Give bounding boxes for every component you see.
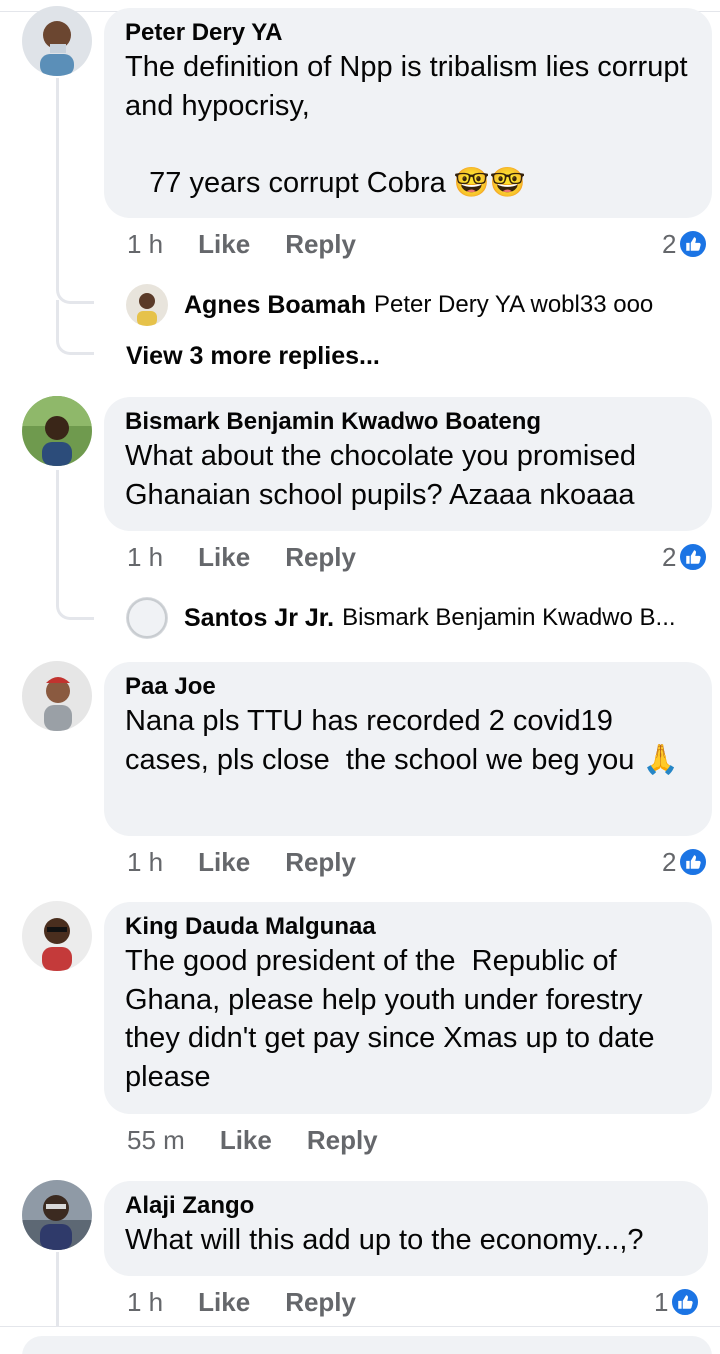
like-icon — [678, 847, 709, 877]
comment-text: The definition of Npp is tribalism lies … — [125, 51, 688, 199]
avatar[interactable] — [22, 661, 92, 731]
comment-actions: 1 h Like Reply — [127, 844, 356, 880]
comment-actions: 55 m Like Reply — [127, 1122, 378, 1158]
like-button[interactable]: Like — [198, 1287, 250, 1318]
comment-author[interactable]: Peter Dery YA — [125, 18, 692, 48]
comment-timestamp[interactable]: 55 m — [127, 1125, 185, 1156]
reply-button[interactable]: Reply — [307, 1125, 378, 1156]
comment-timestamp[interactable]: 1 h — [127, 542, 163, 573]
comment-text: What will this add up to the economy...,… — [125, 1224, 644, 1256]
reply-text: Bismark Benjamin Kwadwo B... — [342, 604, 676, 631]
reply-button[interactable]: Reply — [285, 1287, 356, 1318]
comment-actions: 1 h Like Reply — [127, 539, 356, 575]
reply-preview[interactable]: Agnes Boamah Peter Dery YA wobl33 ooo — [126, 283, 653, 327]
reply-avatar — [126, 284, 168, 326]
thread-line — [56, 78, 59, 278]
like-button[interactable]: Like — [198, 542, 250, 573]
comment-text: Nana pls TTU has recorded 2 covid19 case… — [125, 705, 679, 776]
comment-bubble: Peter Dery YA The definition of Npp is t… — [104, 8, 712, 218]
reaction-count[interactable]: 2 — [662, 226, 709, 262]
reply-avatar — [126, 597, 168, 639]
comment-author[interactable]: Bismark Benjamin Kwadwo Boateng — [125, 407, 692, 437]
comment-author[interactable]: Paa Joe — [125, 672, 692, 702]
like-button[interactable]: Like — [198, 229, 250, 260]
like-button[interactable]: Like — [220, 1125, 272, 1156]
thread-connector — [56, 470, 94, 620]
like-button[interactable]: Like — [198, 847, 250, 878]
reply-preview[interactable]: Santos Jr Jr. Bismark Benjamin Kwadwo B.… — [126, 596, 676, 640]
reaction-count-number: 2 — [662, 228, 677, 259]
comment-text: The good president of the Republic of Gh… — [125, 945, 663, 1093]
avatar[interactable] — [22, 1180, 92, 1250]
reaction-count-number: 1 — [654, 1286, 669, 1317]
reply-button[interactable]: Reply — [285, 847, 356, 878]
avatar[interactable] — [22, 901, 92, 971]
reaction-count-number: 2 — [662, 846, 677, 877]
like-icon — [678, 542, 709, 572]
comment-bubble: Alaji Zango What will this add up to the… — [104, 1181, 708, 1276]
avatar[interactable] — [22, 6, 92, 76]
bottom-divider — [0, 1326, 720, 1327]
comment-actions: 1 h Like Reply — [127, 226, 356, 262]
comment-composer[interactable] — [22, 1336, 712, 1354]
reply-text: Peter Dery YA wobl33 ooo — [373, 291, 654, 318]
like-icon — [678, 229, 709, 259]
comment-timestamp[interactable]: 1 h — [127, 229, 163, 260]
reaction-count-number: 2 — [662, 541, 677, 572]
thread-connector — [56, 250, 94, 304]
thread-line — [56, 1252, 59, 1326]
comment-timestamp[interactable]: 1 h — [127, 847, 163, 878]
comment-author[interactable]: Alaji Zango — [125, 1191, 688, 1221]
comment-timestamp[interactable]: 1 h — [127, 1287, 163, 1318]
like-icon — [670, 1287, 701, 1317]
reaction-count[interactable]: 1 — [654, 1284, 701, 1320]
reply-author: Santos Jr Jr. — [184, 603, 335, 632]
comment-author[interactable]: King Dauda Malgunaa — [125, 912, 692, 942]
reaction-count[interactable]: 2 — [662, 539, 709, 575]
reply-button[interactable]: Reply — [285, 229, 356, 260]
reply-author: Agnes Boamah — [184, 290, 366, 319]
comment-bubble: Bismark Benjamin Kwadwo Boateng What abo… — [104, 397, 712, 531]
reply-button[interactable]: Reply — [285, 542, 356, 573]
avatar[interactable] — [22, 396, 92, 466]
comment-actions: 1 h Like Reply — [127, 1284, 356, 1320]
comment-text: What about the chocolate you promised Gh… — [125, 440, 645, 511]
comment-bubble: Paa Joe Nana pls TTU has recorded 2 covi… — [104, 662, 712, 836]
thread-connector — [56, 300, 94, 355]
comment-bubble: King Dauda Malgunaa The good president o… — [104, 902, 712, 1114]
reaction-count[interactable]: 2 — [662, 844, 709, 880]
view-more-replies-link[interactable]: View 3 more replies... — [126, 342, 380, 371]
